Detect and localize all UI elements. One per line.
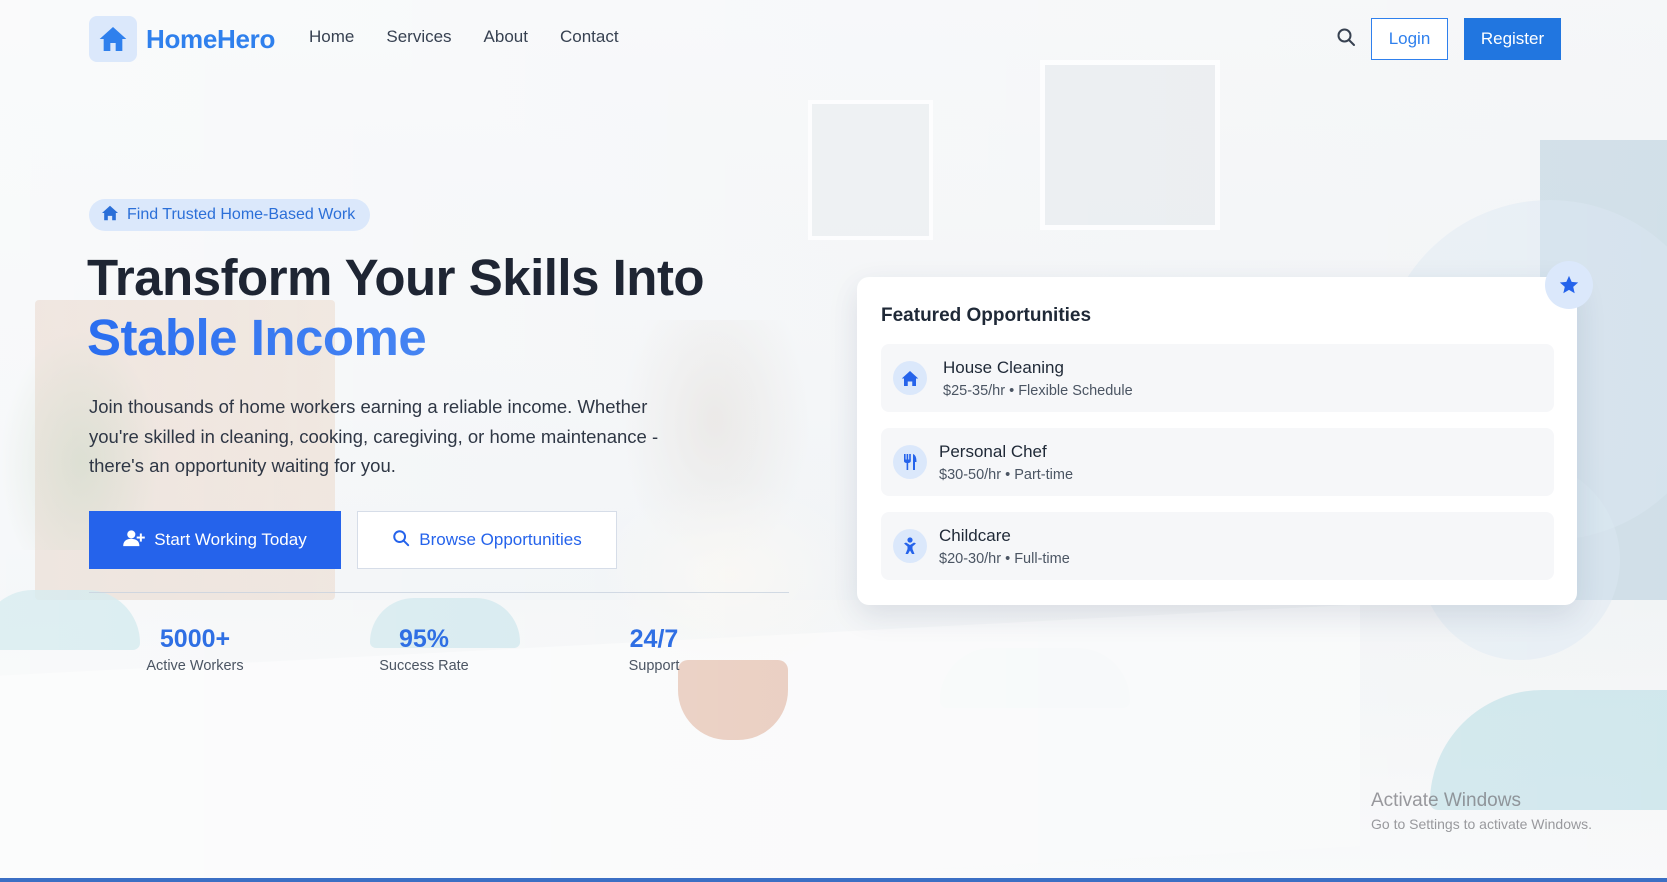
hero-badge: Find Trusted Home-Based Work bbox=[89, 199, 371, 231]
nav-link-contact[interactable]: Contact bbox=[560, 27, 619, 47]
utensils-icon bbox=[893, 445, 927, 479]
stats-divider bbox=[89, 592, 789, 593]
nav-link-services[interactable]: Services bbox=[386, 27, 451, 47]
opportunity-meta: $25-35/hr • Flexible Schedule bbox=[943, 383, 1133, 399]
home-icon bbox=[89, 16, 137, 62]
brand-logo[interactable]: HomeHero bbox=[89, 16, 275, 62]
hero-title: Transform Your Skills Into Stable Income bbox=[87, 248, 705, 368]
stat-value: 95% bbox=[398, 625, 450, 653]
opportunity-personal-chef[interactable]: Personal Chef $30-50/hr • Part-time bbox=[881, 428, 1554, 496]
opportunity-meta: $20-30/hr • Full-time bbox=[939, 551, 1070, 567]
watermark-subtitle: Go to Settings to activate Windows. bbox=[1371, 816, 1592, 832]
watermark-title: Activate Windows bbox=[1371, 790, 1521, 811]
stat-value: 24/7 bbox=[629, 625, 679, 653]
opportunity-name: Childcare bbox=[939, 526, 1011, 545]
stat-label: Success Rate bbox=[379, 658, 469, 674]
nav-links: Home Services About Contact bbox=[309, 27, 619, 47]
search-icon bbox=[392, 529, 410, 552]
featured-title: Featured Opportunities bbox=[881, 305, 1092, 326]
opportunity-name: House Cleaning bbox=[943, 358, 1064, 377]
hero-subtitle: Join thousands of home workers earning a… bbox=[89, 396, 659, 476]
featured-opportunities-card: Featured Opportunities House Cleaning $2… bbox=[857, 277, 1577, 605]
hero-title-line1: Transform Your Skills Into bbox=[87, 249, 705, 306]
stat-active-workers: 5000+ Active Workers bbox=[144, 625, 246, 674]
stat-success-rate: 95% Success Rate bbox=[378, 625, 470, 674]
browse-opportunities-button[interactable]: Browse Opportunities bbox=[357, 511, 617, 569]
home-icon bbox=[893, 361, 927, 395]
start-working-button[interactable]: Start Working Today bbox=[89, 511, 341, 569]
user-plus-icon bbox=[123, 529, 146, 552]
nav-link-about[interactable]: About bbox=[484, 27, 528, 47]
stat-value: 5000+ bbox=[159, 625, 231, 653]
windows-activation-watermark: Activate Windows Go to Settings to activ… bbox=[1371, 790, 1592, 832]
bottom-border bbox=[0, 878, 1667, 882]
brand-name: HomeHero bbox=[146, 23, 276, 54]
hero-title-highlight: Stable Income bbox=[87, 308, 704, 368]
child-icon bbox=[893, 529, 927, 563]
home-icon bbox=[101, 205, 119, 226]
stat-support: 24/7 Support bbox=[622, 625, 686, 674]
register-button[interactable]: Register bbox=[1464, 18, 1561, 60]
opportunity-house-cleaning[interactable]: House Cleaning $25-35/hr • Flexible Sche… bbox=[881, 344, 1554, 412]
stat-label: Support bbox=[628, 658, 680, 674]
opportunity-childcare[interactable]: Childcare $20-30/hr • Full-time bbox=[881, 512, 1554, 580]
star-icon bbox=[1545, 261, 1593, 309]
start-working-label: Start Working Today bbox=[154, 530, 307, 549]
search-icon[interactable] bbox=[1336, 27, 1358, 49]
login-button[interactable]: Login bbox=[1371, 18, 1448, 60]
browse-opportunities-label: Browse Opportunities bbox=[419, 530, 582, 549]
hero-badge-text: Find Trusted Home-Based Work bbox=[127, 206, 356, 223]
opportunity-meta: $30-50/hr • Part-time bbox=[939, 467, 1074, 483]
opportunity-name: Personal Chef bbox=[939, 442, 1047, 461]
stat-label: Active Workers bbox=[146, 658, 244, 674]
top-navigation: HomeHero Home Services About Contact Log… bbox=[0, 0, 1667, 76]
nav-link-home[interactable]: Home bbox=[309, 27, 354, 47]
